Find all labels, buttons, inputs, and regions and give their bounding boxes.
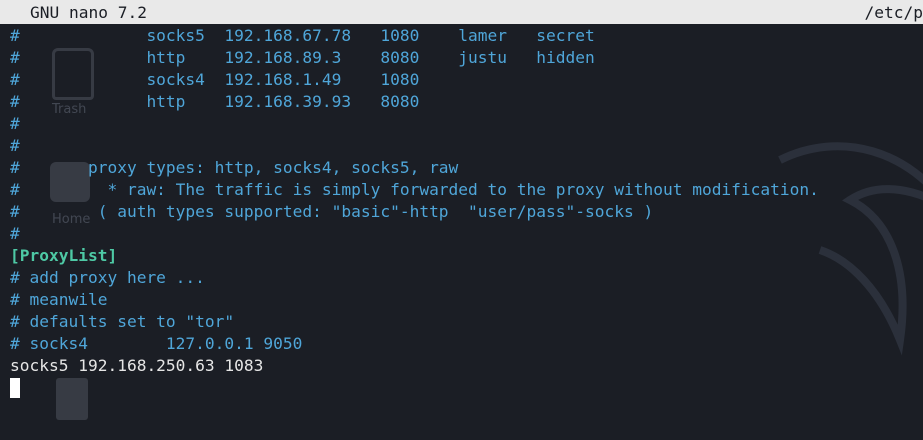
editor-area[interactable]: # socks5 192.168.67.78 1080 lamer secret… (10, 25, 923, 399)
proxy-entry-line[interactable]: socks5 192.168.250.63 1083 (10, 355, 923, 377)
comment-line[interactable]: # (10, 223, 923, 245)
comment-line[interactable]: # http 192.168.39.93 8080 (10, 91, 923, 113)
text-cursor (10, 378, 20, 398)
comment-line[interactable]: # socks4 127.0.0.1 9050 (10, 333, 923, 355)
comment-line[interactable]: # socks5 192.168.67.78 1080 lamer secret (10, 25, 923, 47)
cursor-line[interactable] (10, 377, 923, 399)
comment-line[interactable]: # add proxy here ... (10, 267, 923, 289)
comment-line[interactable]: # (10, 113, 923, 135)
comment-line[interactable]: # http 192.168.89.3 8080 justu hidden (10, 47, 923, 69)
comment-line[interactable]: # proxy types: http, socks4, socks5, raw (10, 157, 923, 179)
app-version: GNU nano 7.2 (30, 2, 147, 22)
comment-line[interactable]: # (10, 135, 923, 157)
section-header[interactable]: [ProxyList] (10, 245, 923, 267)
comment-line[interactable]: # ( auth types supported: "basic"-http "… (10, 201, 923, 223)
file-path: /etc/p (864, 2, 923, 22)
comment-line[interactable]: # socks4 192.168.1.49 1080 (10, 69, 923, 91)
comment-line[interactable]: # * raw: The traffic is simply forwarded… (10, 179, 923, 201)
nano-titlebar: GNU nano 7.2 /etc/p (0, 0, 923, 24)
comment-line[interactable]: # meanwile (10, 289, 923, 311)
comment-line[interactable]: # defaults set to "tor" (10, 311, 923, 333)
